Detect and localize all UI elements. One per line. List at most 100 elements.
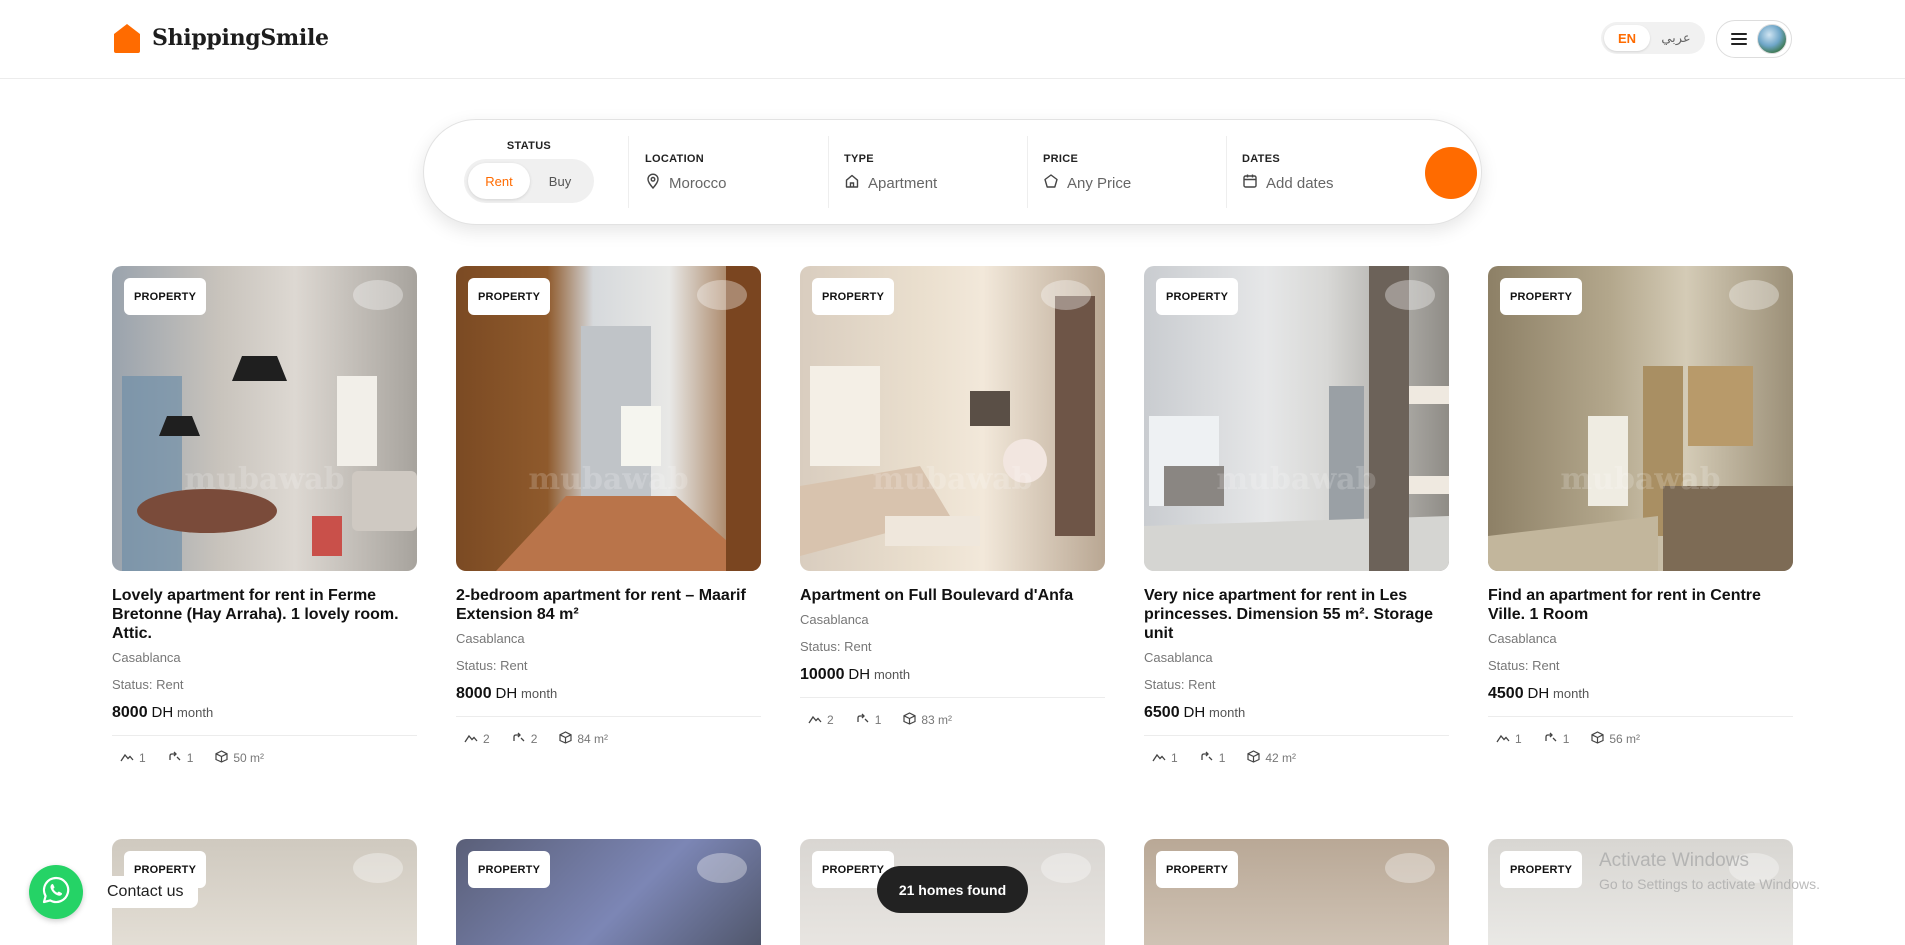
divider [1144, 735, 1449, 736]
property-badge: PROPERTY [468, 278, 551, 315]
listing-price: 4500 DH month [1488, 685, 1590, 702]
segment-divider [1226, 136, 1227, 208]
divider [800, 697, 1105, 698]
bath-icon [512, 732, 526, 747]
listing-title[interactable]: 2-bedroom apartment for rent – Maarif Ex… [456, 586, 761, 624]
dates-value: Add dates [1266, 174, 1334, 192]
avatar [1757, 24, 1787, 54]
price-tag-icon [1043, 173, 1059, 193]
listing-card[interactable]: mubawab PROPERTY 2-bedroom apartment for… [456, 266, 761, 747]
listing-card[interactable]: mubawab PROPERTY Find an apartment for r… [1488, 266, 1793, 747]
favorite-button[interactable] [697, 853, 747, 883]
photo-watermark: mubawab [1560, 462, 1721, 497]
listing-features: 2 2 84 m² [456, 731, 761, 747]
bath-icon [1200, 751, 1214, 766]
type-label: TYPE [844, 153, 874, 165]
status-toggle[interactable]: Rent Buy [464, 159, 594, 203]
location-segment[interactable]: LOCATION Morocco [645, 153, 815, 193]
listing-photo[interactable]: mubawab PROPERTY [800, 266, 1105, 571]
brand-logo[interactable]: ShippingSmile [112, 22, 329, 54]
favorite-button[interactable] [1385, 853, 1435, 883]
type-segment[interactable]: TYPE Apartment [844, 153, 1014, 193]
favorite-button[interactable] [353, 280, 403, 310]
listing-title[interactable]: Find an apartment for rent in Centre Vil… [1488, 586, 1793, 624]
property-badge: PROPERTY [1500, 278, 1583, 315]
whatsapp-button[interactable] [29, 865, 83, 919]
map-pin-icon [645, 173, 661, 193]
divider [456, 716, 761, 717]
listing-card[interactable]: mubawab PROPERTY Apartment on Full Boule… [800, 266, 1105, 728]
lang-ar-option[interactable]: عربي [1650, 30, 1702, 46]
listing-features: 2 1 83 m² [800, 712, 1105, 728]
property-badge: PROPERTY [124, 278, 207, 315]
area-icon [215, 750, 228, 766]
bath-icon [168, 751, 182, 766]
whatsapp-icon [41, 875, 71, 910]
listing-photo[interactable]: mubawab PROPERTY [456, 266, 761, 571]
listing-features: 1 1 42 m² [1144, 750, 1449, 766]
photo-watermark: mubawab [528, 462, 689, 497]
top-header: ShippingSmile EN عربي [0, 0, 1905, 79]
listing-price: 10000 DH month [800, 666, 911, 683]
buy-option[interactable]: Buy [530, 174, 590, 189]
listing-status: Status: Rent [800, 639, 872, 654]
photo-watermark: mubawab [184, 462, 345, 497]
listing-photo[interactable]: PROPERTY [456, 839, 761, 945]
listing-photo[interactable]: PROPERTY [1144, 839, 1449, 945]
results-count-pill[interactable]: 21 homes found [877, 866, 1028, 913]
listing-title[interactable]: Lovely apartment for rent in Ferme Breto… [112, 586, 417, 643]
property-badge: PROPERTY [1156, 278, 1239, 315]
price-label: PRICE [1043, 153, 1079, 165]
bed-icon [1496, 732, 1510, 746]
dates-label: DATES [1242, 153, 1280, 165]
favorite-button[interactable] [1385, 280, 1435, 310]
favorite-button[interactable] [1729, 280, 1779, 310]
contact-us-label[interactable]: Contact us [92, 876, 199, 908]
listing-status: Status: Rent [1488, 658, 1560, 673]
user-menu-button[interactable] [1716, 20, 1792, 58]
favorite-button[interactable] [697, 280, 747, 310]
listing-title[interactable]: Very nice apartment for rent in Les prin… [1144, 586, 1449, 643]
calendar-icon [1242, 173, 1258, 193]
listing-photo[interactable]: mubawab PROPERTY [112, 266, 417, 571]
listing-features: 1 1 50 m² [112, 750, 417, 766]
listing-price: 6500 DH month [1144, 704, 1246, 721]
price-segment[interactable]: PRICE Any Price [1043, 153, 1213, 193]
favorite-button[interactable] [1041, 853, 1091, 883]
listing-status: Status: Rent [456, 658, 528, 673]
listing-price: 8000 DH month [112, 704, 214, 721]
favorite-button[interactable] [1041, 280, 1091, 310]
photo-watermark: mubawab [872, 462, 1033, 497]
status-segment: STATUS Rent Buy [464, 140, 594, 203]
type-value: Apartment [868, 174, 938, 192]
listing-features: 1 1 56 m² [1488, 731, 1793, 747]
listing-card[interactable]: mubawab PROPERTY Lovely apartment for re… [112, 266, 417, 766]
bed-icon [1152, 751, 1166, 765]
area-icon [903, 712, 916, 728]
language-switch[interactable]: EN عربي [1601, 22, 1705, 54]
listing-title[interactable]: Apartment on Full Boulevard d'Anfa [800, 586, 1105, 605]
windows-activation-watermark: Activate Windows Go to Settings to activ… [1599, 850, 1820, 892]
bath-icon [1544, 732, 1558, 747]
divider [112, 735, 417, 736]
rent-option[interactable]: Rent [468, 163, 530, 199]
listing-photo[interactable]: mubawab PROPERTY [1488, 266, 1793, 571]
property-badge: PROPERTY [1156, 851, 1239, 888]
listing-photo[interactable]: mubawab PROPERTY [1144, 266, 1449, 571]
lang-en-option[interactable]: EN [1604, 25, 1650, 51]
location-value: Morocco [669, 174, 727, 192]
area-icon [1591, 731, 1604, 747]
photo-watermark: mubawab [1216, 462, 1377, 497]
listing-price: 8000 DH month [456, 685, 558, 702]
listing-card[interactable]: mubawab PROPERTY Very nice apartment for… [1144, 266, 1449, 766]
bath-icon [856, 713, 870, 728]
property-badge: PROPERTY [468, 851, 551, 888]
favorite-button[interactable] [353, 853, 403, 883]
listing-city: Casablanca [112, 650, 181, 665]
dates-segment[interactable]: DATES Add dates [1242, 153, 1412, 193]
search-bar: STATUS Rent Buy LOCATION Morocco TYPE Ap… [423, 119, 1482, 225]
area-icon [1247, 750, 1260, 766]
menu-icon [1731, 33, 1747, 45]
house-icon [112, 22, 142, 54]
search-button[interactable] [1425, 147, 1477, 199]
